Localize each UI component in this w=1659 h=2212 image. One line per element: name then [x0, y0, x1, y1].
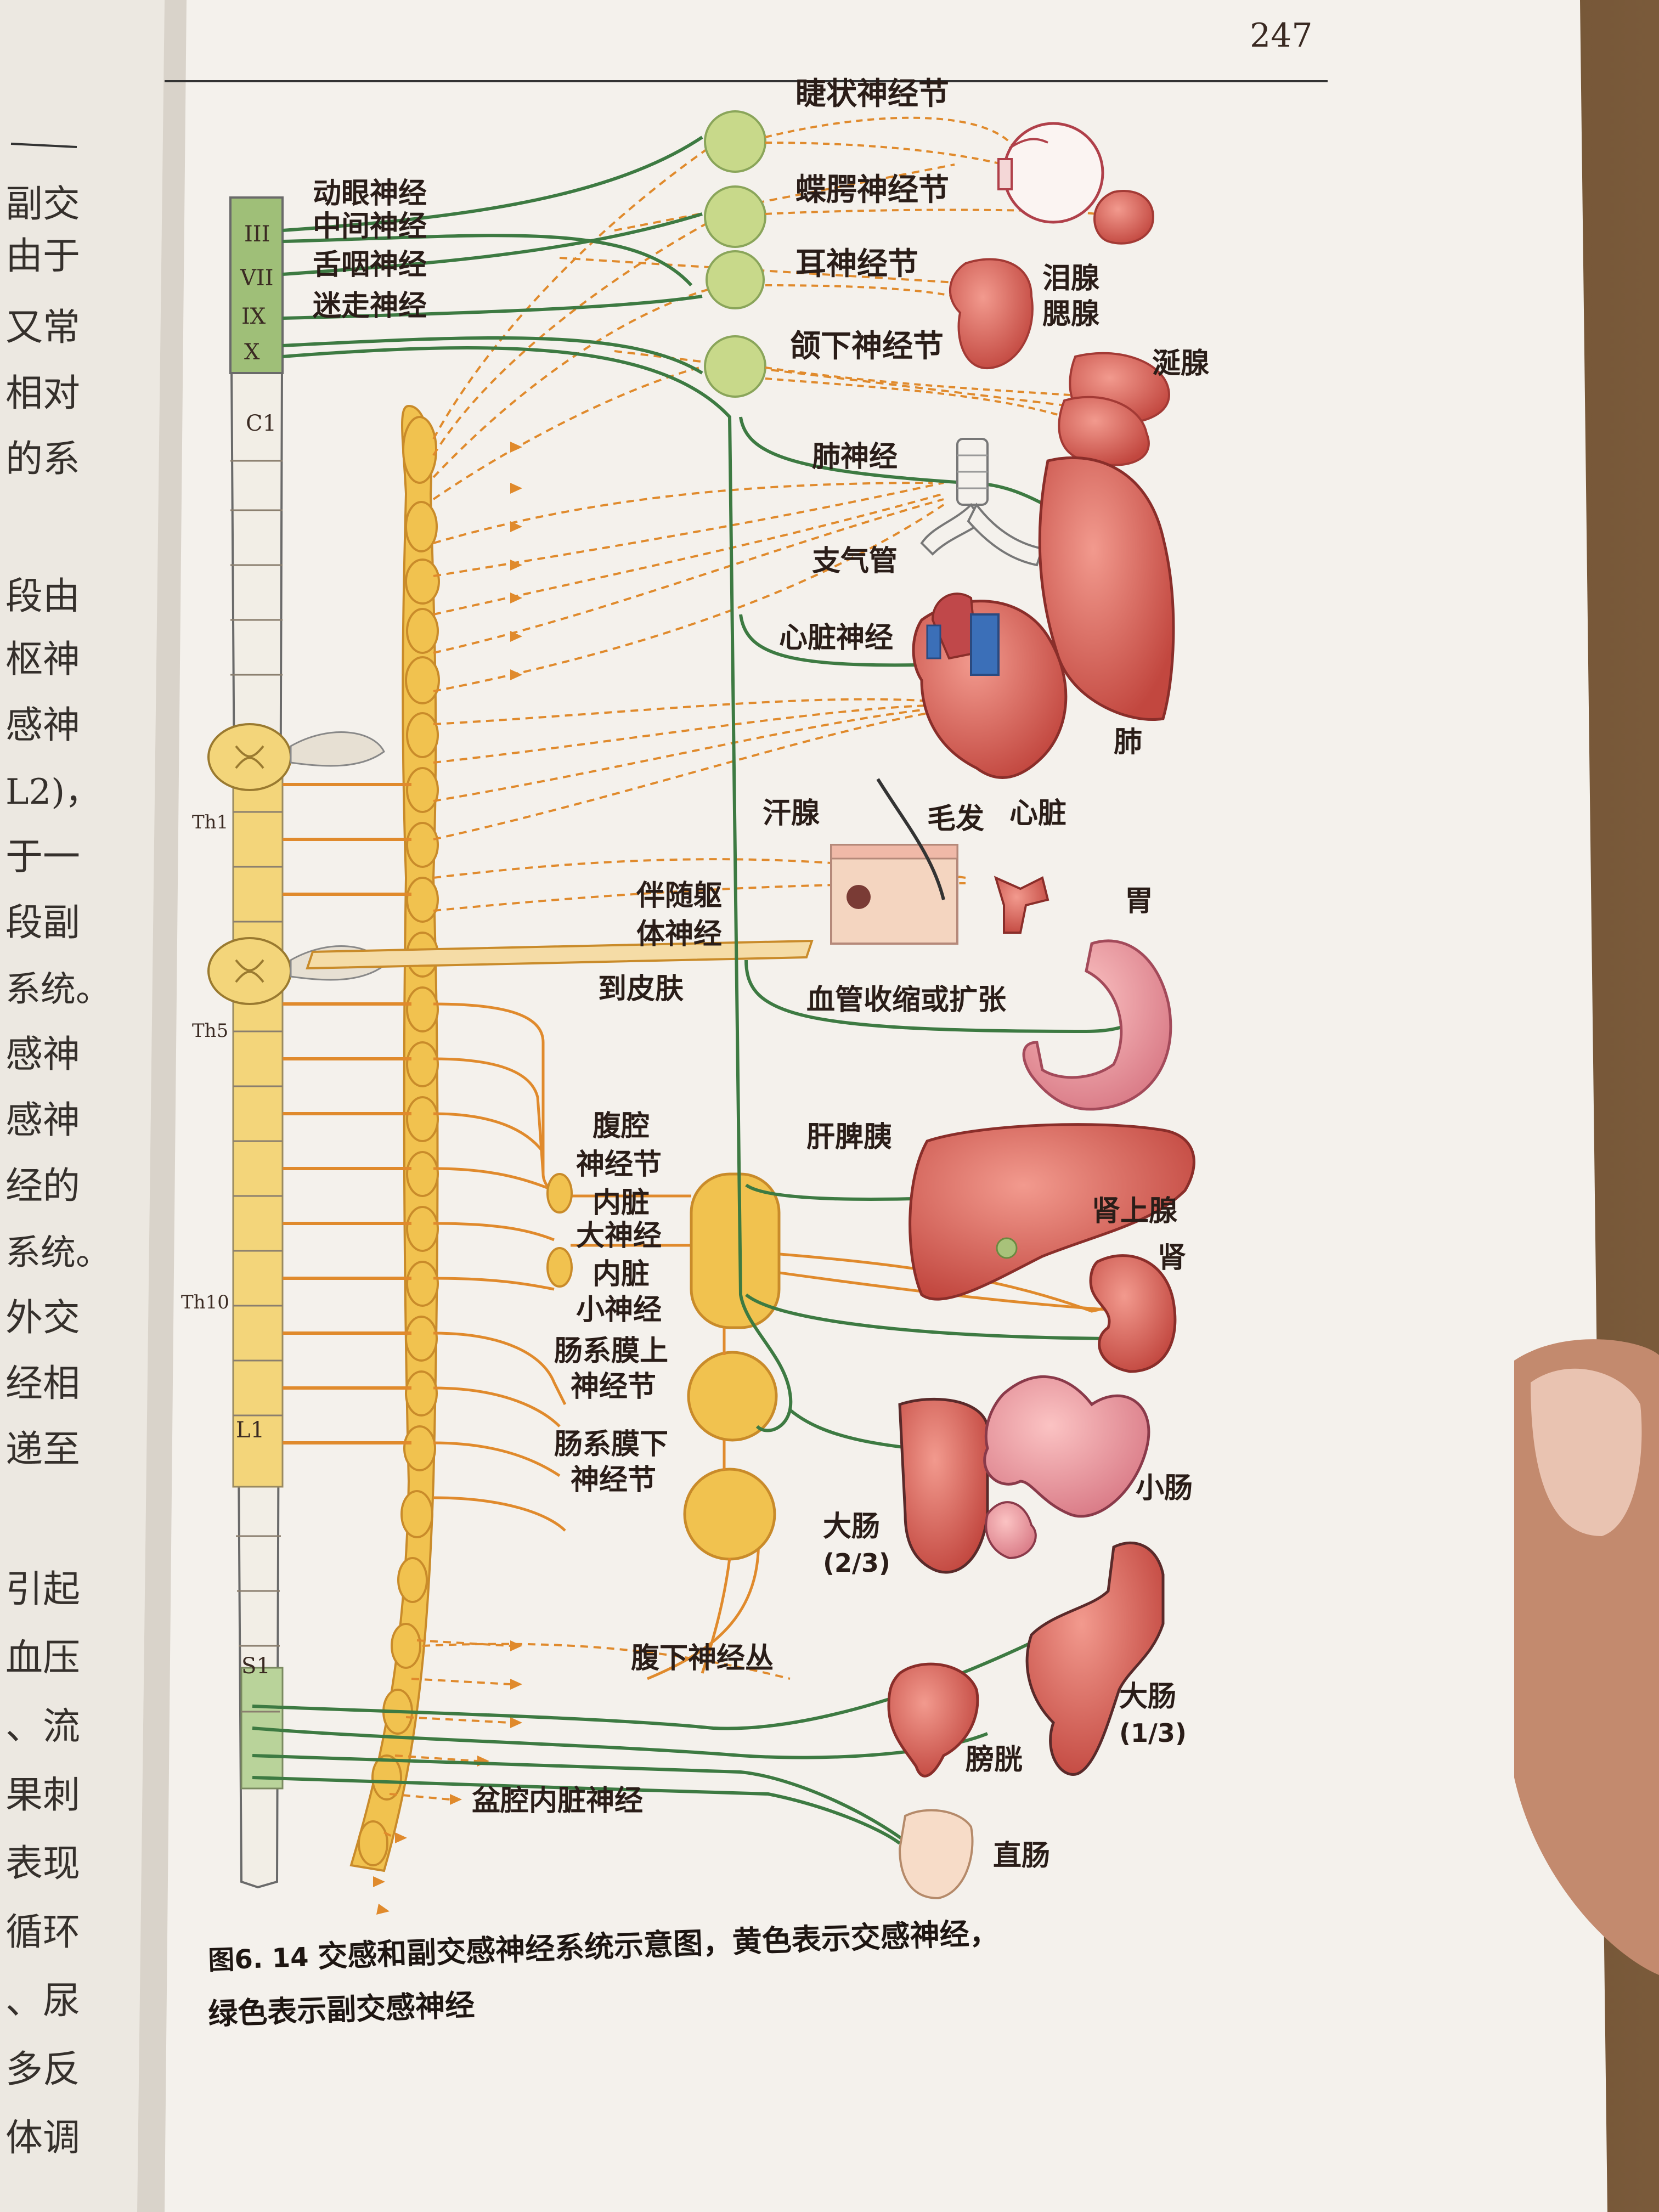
prevertebral-ganglia [683, 1172, 781, 1561]
left-page-line: 段由 [5, 575, 80, 618]
otic-ganglion [706, 250, 765, 309]
left-page-line: 于一 [5, 836, 80, 879]
label-glossopharyngeal-nerve: 舌咽神经 [313, 249, 427, 281]
label-somatic-nerve-1: 伴随躯 [636, 879, 722, 912]
left-page-line: 感神 [5, 1033, 80, 1076]
left-page-line: 副交 [5, 183, 80, 226]
label-lung: 肺 [1114, 726, 1142, 759]
label-pelvic-splanchnic: 盆腔内脏神经 [472, 1785, 643, 1818]
left-page-line: 段副 [5, 901, 80, 945]
segment-label-th5: Th5 [192, 1020, 228, 1042]
left-page-line: 递至 [5, 1428, 80, 1471]
label-adrenal: 肾上腺 [1092, 1195, 1178, 1228]
label-vagus-nerve: 迷走神经 [313, 290, 427, 323]
label-bladder: 膀胱 [966, 1743, 1023, 1776]
lacrimal-gland [1093, 190, 1154, 245]
segment-label-iii: III [244, 222, 270, 247]
left-page-line: 经的 [5, 1165, 80, 1208]
label-greater-splanchnic-1: 内脏 [592, 1187, 650, 1220]
caption-label: 图6. 14 [207, 1942, 309, 1976]
submandibular-ganglion [704, 335, 766, 398]
left-page-line: 、流 [5, 1705, 80, 1748]
left-page-line: 经相 [5, 1362, 80, 1406]
left-page-line: 引起 [5, 1568, 80, 1611]
label-intermediate-nerve: 中间神经 [313, 210, 427, 243]
label-kidney: 肾 [1158, 1242, 1186, 1274]
left-page-line: 果刺 [5, 1774, 80, 1817]
segment-label-ix: IX [241, 304, 266, 329]
superior-mesenteric-ganglion [687, 1351, 778, 1442]
left-page-line: 由于 [5, 235, 80, 278]
left-page-line: 感神 [5, 704, 80, 747]
left-page-line: 系统。 [5, 969, 111, 1010]
label-lacrimal-gland: 泪腺 [1042, 262, 1100, 295]
label-pulmonary-nerve: 肺神经 [812, 441, 898, 473]
label-celiac-ganglion-2: 神经节 [576, 1148, 662, 1181]
left-page-line: 体调 [5, 2117, 80, 2160]
label-heart: 心脏 [1009, 797, 1066, 830]
label-inferior-mesenteric-1: 肠系膜下 [554, 1428, 668, 1461]
label-greater-splanchnic-2: 大神经 [576, 1220, 662, 1252]
label-rectum: 直肠 [993, 1839, 1050, 1872]
label-lesser-splanchnic-2: 小神经 [576, 1294, 662, 1327]
segment-label-l1: L1 [236, 1418, 264, 1443]
label-large-intestine-a-fraction: (2/3) [823, 1548, 890, 1578]
left-page-line: 系统。 [5, 1233, 111, 1273]
label-oculomotor-nerve: 动眼神经 [313, 177, 427, 210]
left-page-line: 枢神 [5, 638, 80, 681]
left-page-line: 、尿 [5, 1979, 80, 2023]
label-pterygopalatine-ganglion: 蝶腭神经节 [795, 172, 949, 208]
left-page-line: 又常 [5, 306, 80, 349]
left-page-line: 血压 [5, 1637, 80, 1680]
label-superior-mesenteric-2: 神经节 [571, 1370, 656, 1403]
segment-label-x: X [244, 340, 260, 365]
label-vessel: 血管收缩或扩张 [806, 984, 1006, 1017]
label-celiac-ganglion-1: 腹腔 [592, 1110, 650, 1143]
label-large-intestine-b-fraction: (1/3) [1119, 1718, 1187, 1748]
book-photo: 247 副交 由于 又常 相对 的系 段由 枢神 感神 L2)， 于一 段副 系… [0, 0, 1659, 2212]
left-page-line: 的系 [5, 438, 80, 481]
gallbladder [996, 1237, 1018, 1259]
label-liver-spleen-pancreas: 肝脾胰 [806, 1121, 892, 1154]
segment-label-th1: Th1 [192, 811, 228, 833]
segment-label-s1: S1 [241, 1654, 270, 1679]
left-page-line: 外交 [5, 1296, 80, 1340]
large-intestine-upper [898, 1397, 989, 1574]
label-hair: 毛发 [927, 803, 984, 836]
left-page-line: 相对 [5, 372, 80, 415]
segment-label-th10: Th10 [181, 1291, 229, 1313]
label-salivary-gland: 涎腺 [1152, 347, 1210, 380]
label-submandibular-ganglion: 颌下神经节 [790, 329, 944, 364]
segment-label-c1: C1 [246, 411, 276, 436]
label-lesser-splanchnic-1: 内脏 [592, 1258, 650, 1291]
pterygopalatine-ganglion [704, 185, 766, 248]
label-to-skin: 到皮肤 [598, 973, 684, 1006]
inferior-mesenteric-ganglion [683, 1468, 776, 1561]
label-otic-ganglion: 耳神经节 [795, 246, 918, 282]
label-parotid-gland: 腮腺 [1042, 298, 1100, 331]
label-bronchus: 支气管 [812, 545, 898, 578]
label-sweat-gland: 汗腺 [763, 797, 820, 830]
sweat-gland-coil [847, 885, 871, 909]
label-hypogastric-plexus: 腹下神经丛 [631, 1642, 774, 1675]
left-page-line: 表现 [5, 1842, 80, 1886]
label-large-intestine-b: 大肠 [1119, 1680, 1176, 1713]
diagram-canvas: 247 副交 由于 又常 相对 的系 段由 枢神 感神 L2)， 于一 段副 系… [0, 0, 1659, 2212]
label-ciliary-ganglion: 睫状神经节 [795, 76, 949, 112]
ciliary-ganglion [704, 110, 766, 173]
left-page-line: 多反 [5, 2048, 80, 2091]
label-superior-mesenteric-1: 肠系膜上 [554, 1335, 668, 1368]
left-page-line: 循环 [5, 1911, 80, 1954]
label-small-intestine: 小肠 [1136, 1472, 1193, 1505]
label-inferior-mesenteric-2: 神经节 [571, 1464, 656, 1497]
label-stomach: 胃 [1125, 885, 1153, 918]
label-cardiac-nerve: 心脏神经 [779, 622, 893, 654]
label-somatic-nerve-2: 体神经 [636, 918, 722, 951]
page-number: 247 [1250, 16, 1313, 55]
segment-label-vii: VII [240, 266, 274, 291]
left-page-line: L2)， [5, 772, 100, 812]
label-large-intestine-a: 大肠 [823, 1510, 880, 1543]
left-page-line: 感神 [5, 1099, 80, 1142]
